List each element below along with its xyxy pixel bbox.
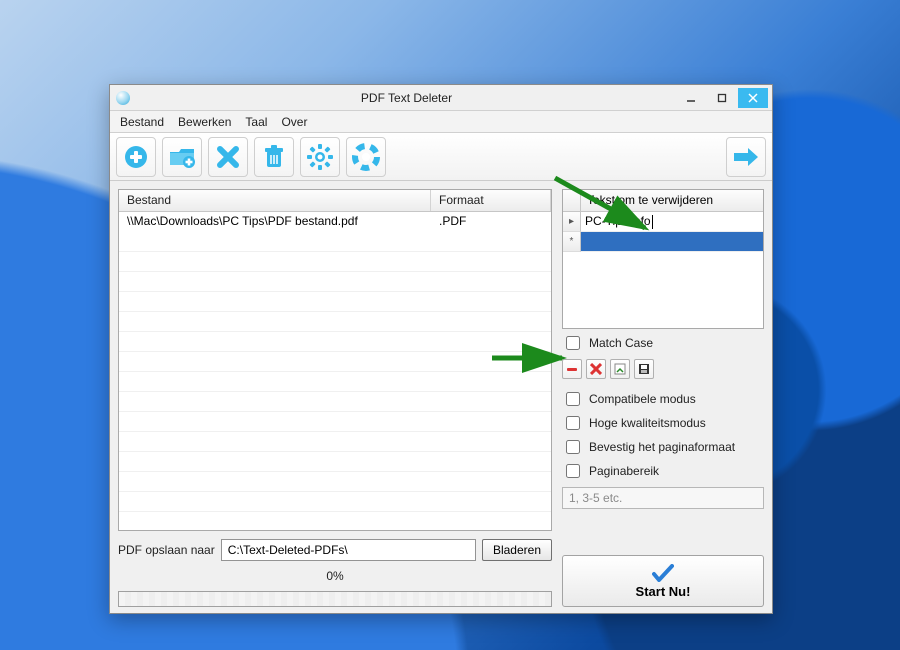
remove-text-grid[interactable]: Tekst om te verwijderen ▸ PC-Tips.info * xyxy=(562,189,764,329)
titlebar[interactable]: PDF Text Deleter xyxy=(110,85,772,111)
confirm-format-checkbox[interactable]: Bevestig het paginaformaat xyxy=(562,437,764,457)
col-header-format[interactable]: Formaat xyxy=(431,190,551,211)
remove-row[interactable]: ▸ PC-Tips.info xyxy=(563,212,763,232)
format-cell: .PDF xyxy=(431,212,551,232)
close-button[interactable] xyxy=(738,88,768,108)
page-range-checkbox[interactable]: Paginabereik xyxy=(562,461,764,481)
app-window: PDF Text Deleter Bestand Bewerken Taal O… xyxy=(109,84,773,614)
menu-language[interactable]: Taal xyxy=(245,115,267,129)
remove-selected-button[interactable] xyxy=(562,359,582,379)
progress-label: 0% xyxy=(118,569,552,583)
settings-button[interactable] xyxy=(300,137,340,177)
toolbar xyxy=(110,133,772,181)
row-indicator-icon: ▸ xyxy=(563,212,581,232)
file-grid[interactable]: Bestand Formaat \\Mac\Downloads\PC Tips\… xyxy=(118,189,552,531)
compatible-mode-checkbox[interactable]: Compatibele modus xyxy=(562,389,764,409)
load-list-button[interactable] xyxy=(610,359,630,379)
menu-file[interactable]: Bestand xyxy=(120,115,164,129)
app-icon xyxy=(116,91,130,105)
match-case-checkbox[interactable]: Match Case xyxy=(562,333,764,353)
minimize-button[interactable] xyxy=(676,88,706,108)
remove-header: Tekst om te verwijderen xyxy=(581,190,763,211)
help-button[interactable] xyxy=(346,137,386,177)
high-quality-checkbox[interactable]: Hoge kwaliteitsmodus xyxy=(562,413,764,433)
window-title: PDF Text Deleter xyxy=(138,91,675,105)
add-file-button[interactable] xyxy=(116,137,156,177)
next-button[interactable] xyxy=(726,137,766,177)
trash-button[interactable] xyxy=(254,137,294,177)
page-range-input[interactable]: 1, 3-5 etc. xyxy=(562,487,764,509)
browse-button[interactable]: Bladeren xyxy=(482,539,552,561)
start-button[interactable]: Start Nu! xyxy=(562,555,764,607)
desktop-wallpaper: PDF Text Deleter Bestand Bewerken Taal O… xyxy=(0,0,900,650)
menu-edit[interactable]: Bewerken xyxy=(178,115,231,129)
save-list-button[interactable] xyxy=(634,359,654,379)
menubar: Bestand Bewerken Taal Over xyxy=(110,111,772,133)
row-new-icon: * xyxy=(563,232,581,252)
add-folder-button[interactable] xyxy=(162,137,202,177)
maximize-button[interactable] xyxy=(707,88,737,108)
col-header-file[interactable]: Bestand xyxy=(119,190,431,211)
save-path-input[interactable] xyxy=(221,539,476,561)
remove-row[interactable]: * xyxy=(563,232,763,252)
remove-button[interactable] xyxy=(208,137,248,177)
file-cell: \\Mac\Downloads\PC Tips\PDF bestand.pdf xyxy=(119,212,431,232)
progress-bar xyxy=(118,591,552,607)
file-grid-header: Bestand Formaat xyxy=(119,190,551,212)
file-row[interactable]: \\Mac\Downloads\PC Tips\PDF bestand.pdf … xyxy=(119,212,551,232)
save-label: PDF opslaan naar xyxy=(118,543,215,557)
menu-about[interactable]: Over xyxy=(281,115,307,129)
clear-all-button[interactable] xyxy=(586,359,606,379)
